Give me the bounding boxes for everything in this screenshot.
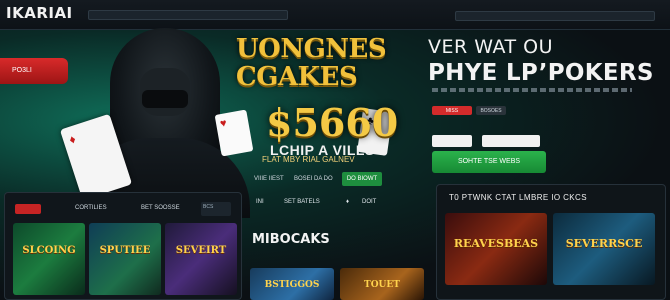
tab-2[interactable]: BOSEI DA DO [294, 172, 333, 186]
right-subtext [432, 88, 632, 92]
top-navigation: IKARIAI [0, 0, 670, 30]
hero-title-line1: UONGNES [236, 34, 387, 64]
white-input-1[interactable] [432, 135, 472, 147]
promo-pill-button[interactable]: PO3LI [0, 58, 68, 84]
grey-button[interactable]: BOSOES [476, 106, 506, 115]
game-tile[interactable]: SLCOING [13, 223, 85, 295]
game-tile[interactable]: REAVESBEAS [445, 213, 547, 285]
green-cta-button[interactable]: SOHTE TSE WEBS [432, 151, 546, 173]
filter-item[interactable]: DOIT [362, 199, 376, 205]
featured-games-panel: T0 PTWNK CTAT LMBRE IO CKCS REAVESBEAS S… [436, 184, 666, 300]
right-headline: VER WAT OU PHYE LP’POKERS [428, 36, 664, 86]
game-tile-title: BSTIGGOS [264, 280, 320, 290]
right-headline-line2: PHYE LP’POKERS [428, 60, 654, 86]
right-headline-line1: VER WAT OU [428, 36, 554, 58]
games-tab[interactable]: BET SOOSSE [141, 205, 180, 211]
diamond-icon: ♦ [346, 199, 350, 205]
game-tile-title: SLCOING [22, 245, 76, 256]
hero-title: UONGNES CGAKES [236, 36, 406, 90]
filter-item[interactable]: SET BATELS [284, 199, 320, 205]
casino-landing-page: IKARIAI PO3LI ♦ ♥ ♣ UONGNES CGAKES $5660… [0, 0, 670, 300]
game-tile-title: SEVEIRT [175, 245, 227, 256]
hero-tabs: VIIIE IIEST BOSEI DA DO DO BIOWT [254, 172, 434, 186]
section-title: MIBOCAKS [252, 232, 330, 247]
game-tile-title: SPUTIEE [99, 245, 151, 256]
game-tile[interactable]: SEVERRSCE [553, 213, 655, 285]
game-tile[interactable]: TOUET [340, 268, 424, 300]
game-tile-title: SEVERRSCE [565, 237, 643, 250]
game-tile[interactable]: BSTIGGOS [250, 268, 334, 300]
middle-filter-row: INI SET BATELS ♦ DOIT [256, 196, 426, 210]
games-panel: CORTILIES BET SOOSSE BCS SLCOING SPUTIEE… [4, 192, 242, 300]
games-tab-active[interactable] [15, 204, 41, 214]
filter-item[interactable]: INI [256, 199, 264, 205]
hero-amount: $5660 [266, 100, 399, 145]
game-tile-title: TOUET [364, 280, 400, 290]
game-tile-title: REAVESBEAS [453, 237, 539, 250]
white-input-2[interactable] [482, 135, 540, 147]
hero-sub-line: FLAT MBY RIAL GALNEV [262, 155, 355, 164]
figure-mask [142, 90, 188, 108]
game-tiles: SLCOING SPUTIEE SEVEIRT [13, 223, 237, 295]
hero-title-line2: CGAKES [236, 62, 358, 92]
site-logo[interactable]: IKARIAI [6, 4, 73, 22]
middle-bottom-section: INI SET BATELS ♦ DOIT MIBOCAKS BSTIGGOS … [244, 192, 430, 300]
nav-account-bar[interactable] [455, 11, 655, 21]
games-tab[interactable]: CORTILIES [75, 205, 107, 211]
red-button[interactable]: MISS [432, 106, 472, 115]
games-panel-header: CORTILIES BET SOOSSE BCS [11, 197, 235, 217]
featured-title: T0 PTWNK CTAT LMBRE IO CKCS [449, 193, 587, 202]
tab-1[interactable]: VIIIE IIEST [254, 172, 284, 186]
game-tile[interactable]: SPUTIEE [89, 223, 161, 295]
featured-tiles: REAVESBEAS SEVERRSCE [445, 213, 655, 285]
tab-active[interactable]: DO BIOWT [342, 172, 382, 186]
game-tile[interactable]: SEVEIRT [165, 223, 237, 295]
games-side-box[interactable]: BCS [201, 202, 231, 216]
nav-search-bar[interactable] [88, 10, 288, 20]
